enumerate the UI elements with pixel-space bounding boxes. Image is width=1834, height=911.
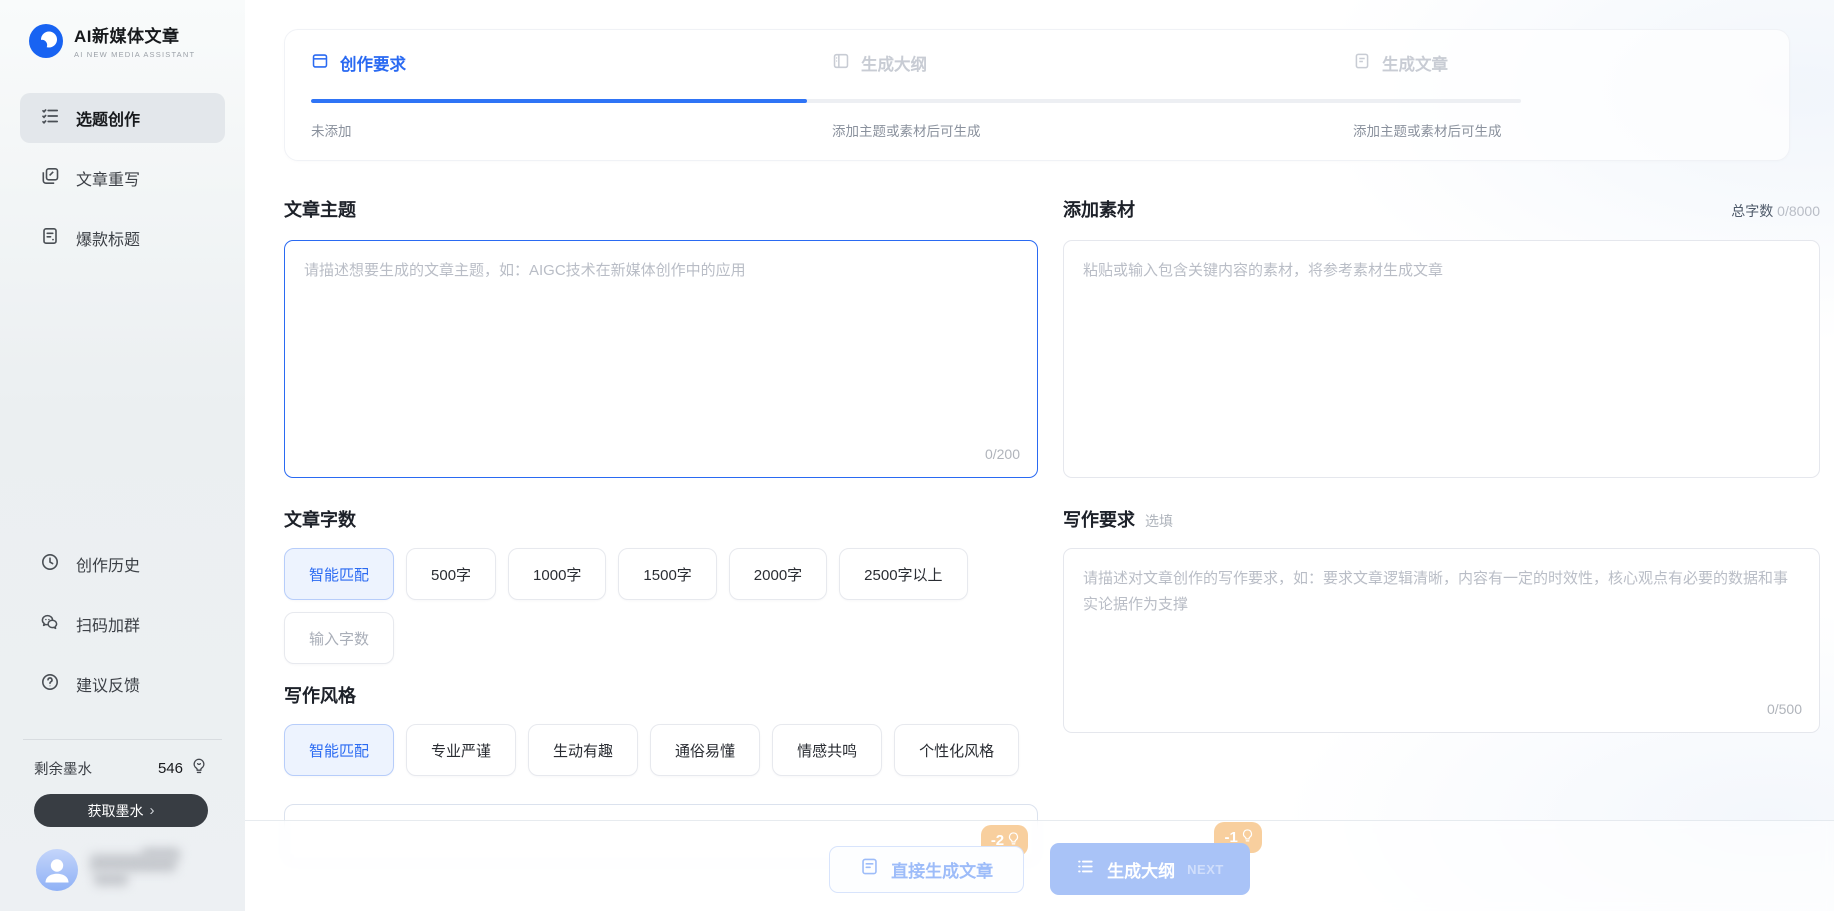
material-total-counter: 0/8000 <box>1777 203 1820 219</box>
steps-card: 创作要求 生成大纲 生成文章 <box>284 29 1790 161</box>
avatar <box>36 849 78 891</box>
tab-creation-requirements[interactable]: 创作要求 <box>311 51 832 75</box>
article-doc-icon <box>860 857 879 881</box>
user-name-blurred <box>90 850 182 890</box>
brand: AI新媒体文章 AI NEW MEDIA ASSISTANT <box>28 22 245 59</box>
sidebar-item-topic-creation[interactable]: 选题创作 <box>20 93 225 143</box>
word-count-option-500[interactable]: 500字 <box>406 548 496 600</box>
topic-input-box: 0/200 <box>284 240 1038 478</box>
generate-outline-button[interactable]: 生成大纲 NEXT <box>1050 843 1250 895</box>
brand-title: AI新媒体文章 <box>74 22 195 47</box>
style-option-professional[interactable]: 专业严谨 <box>406 724 516 776</box>
style-heading: 写作风格 <box>284 682 356 708</box>
material-total-label: 总字数 <box>1731 203 1773 219</box>
list-check-icon <box>40 106 60 131</box>
pages-icon <box>40 166 60 191</box>
word-count-option-2500plus[interactable]: 2500字以上 <box>839 548 967 600</box>
material-input-box <box>1063 240 1820 478</box>
style-option-emotional[interactable]: 情感共鸣 <box>772 724 882 776</box>
ink-balance-value: 546 <box>158 760 183 777</box>
footer-action-bar: -2 直接生成文章 -1 <box>245 820 1834 911</box>
word-count-option-smart[interactable]: 智能匹配 <box>284 548 394 600</box>
tab-generate-outline[interactable]: 生成大纲 <box>832 51 1353 75</box>
material-total-count: 总字数 0/8000 <box>1731 201 1820 221</box>
clock-icon <box>40 552 60 577</box>
left-column: 文章主题 0/200 文章字数 智能匹配 500字 1000字 1500字 20… <box>284 196 1038 864</box>
ink-balance-row: 剩余墨水 546 <box>34 757 208 780</box>
tab-generate-article[interactable]: 生成文章 <box>1353 51 1448 75</box>
form-window-icon <box>311 52 329 75</box>
steps-status-row: 未添加 添加主题或素材后可生成 添加主题或素材后可生成 <box>311 120 1763 140</box>
topic-textarea[interactable] <box>285 241 1037 477</box>
step-status-2: 添加主题或素材后可生成 <box>832 120 1353 140</box>
generate-outline-label: 生成大纲 <box>1107 857 1175 882</box>
get-ink-button[interactable]: 获取墨水 › <box>34 794 208 827</box>
tab-label: 生成大纲 <box>861 51 927 75</box>
word-count-option-1500[interactable]: 1500字 <box>618 548 716 600</box>
sidebar-item-label: 建议反馈 <box>76 672 140 696</box>
right-column: 添加素材 总字数 0/8000 写作要求 选填 0/500 <box>1063 196 1820 733</box>
requirements-textarea[interactable] <box>1064 549 1819 732</box>
word-count-options: 智能匹配 500字 1000字 1500字 2000字 2500字以上 输入字数 <box>284 548 1038 664</box>
generate-article-label: 直接生成文章 <box>891 857 993 882</box>
sidebar-nav: 选题创作 文章重写 爆款标题 <box>20 93 225 273</box>
sidebar-item-scan-join-group[interactable]: 扫码加群 <box>20 599 225 649</box>
ink-balance-label: 剩余墨水 <box>34 758 158 779</box>
main-content: 创作要求 生成大纲 生成文章 <box>245 0 1834 911</box>
brand-text: AI新媒体文章 AI NEW MEDIA ASSISTANT <box>74 22 195 59</box>
article-page-icon <box>1353 52 1371 75</box>
steps-progress-fill <box>311 99 807 103</box>
style-option-vivid[interactable]: 生动有趣 <box>528 724 638 776</box>
requirements-input-box: 0/500 <box>1063 548 1820 733</box>
outline-list-icon <box>1076 857 1095 881</box>
sidebar-item-hot-titles[interactable]: 爆款标题 <box>20 213 225 263</box>
word-count-custom-input[interactable]: 输入字数 <box>284 612 394 664</box>
doc-icon <box>40 226 60 251</box>
word-count-option-2000[interactable]: 2000字 <box>729 548 827 600</box>
brand-subtitle: AI NEW MEDIA ASSISTANT <box>74 50 195 59</box>
wechat-icon <box>40 612 60 637</box>
app-root: AI新媒体文章 AI NEW MEDIA ASSISTANT 选题创作 文章重写 <box>0 0 1834 911</box>
sidebar-secondary-nav: 创作历史 扫码加群 建议反馈 <box>20 539 225 719</box>
requirements-optional-label: 选填 <box>1145 511 1173 531</box>
word-count-heading: 文章字数 <box>284 506 356 532</box>
sidebar-item-label: 文章重写 <box>76 166 140 190</box>
get-ink-label: 获取墨水 <box>88 801 144 821</box>
sidebar-item-label: 扫码加群 <box>76 612 140 636</box>
user-profile[interactable] <box>36 849 245 891</box>
steps-progress-track <box>311 99 1521 103</box>
word-count-option-1000[interactable]: 1000字 <box>508 548 606 600</box>
topic-heading: 文章主题 <box>284 196 356 222</box>
question-icon <box>40 672 60 697</box>
style-option-personalized[interactable]: 个性化风格 <box>894 724 1019 776</box>
sidebar: AI新媒体文章 AI NEW MEDIA ASSISTANT 选题创作 文章重写 <box>0 0 245 911</box>
brand-logo-icon <box>28 23 64 59</box>
step-status-1: 未添加 <box>311 120 832 140</box>
step-status-3: 添加主题或素材后可生成 <box>1353 120 1502 140</box>
sidebar-item-label: 创作历史 <box>76 552 140 576</box>
sidebar-divider <box>23 739 222 740</box>
sidebar-item-label: 选题创作 <box>76 106 140 130</box>
chevron-right-icon: › <box>150 802 155 819</box>
sidebar-item-feedback[interactable]: 建议反馈 <box>20 659 225 709</box>
ink-bulb-icon <box>190 757 208 780</box>
tab-label: 创作要求 <box>340 51 406 75</box>
requirements-heading: 写作要求 <box>1063 506 1135 532</box>
sidebar-item-label: 爆款标题 <box>76 226 140 250</box>
material-heading: 添加素材 <box>1063 196 1135 222</box>
outline-panel-icon <box>832 52 850 75</box>
style-option-easy[interactable]: 通俗易懂 <box>650 724 760 776</box>
material-textarea[interactable] <box>1064 241 1819 477</box>
style-option-smart[interactable]: 智能匹配 <box>284 724 394 776</box>
tab-label: 生成文章 <box>1382 51 1448 75</box>
sidebar-item-article-rewrite[interactable]: 文章重写 <box>20 153 225 203</box>
next-tag: NEXT <box>1187 862 1224 877</box>
sidebar-item-history[interactable]: 创作历史 <box>20 539 225 589</box>
steps-titles: 创作要求 生成大纲 生成文章 <box>311 51 1763 75</box>
style-options: 智能匹配 专业严谨 生动有趣 通俗易懂 情感共鸣 个性化风格 <box>284 724 1038 776</box>
generate-article-button[interactable]: 直接生成文章 <box>829 846 1024 893</box>
